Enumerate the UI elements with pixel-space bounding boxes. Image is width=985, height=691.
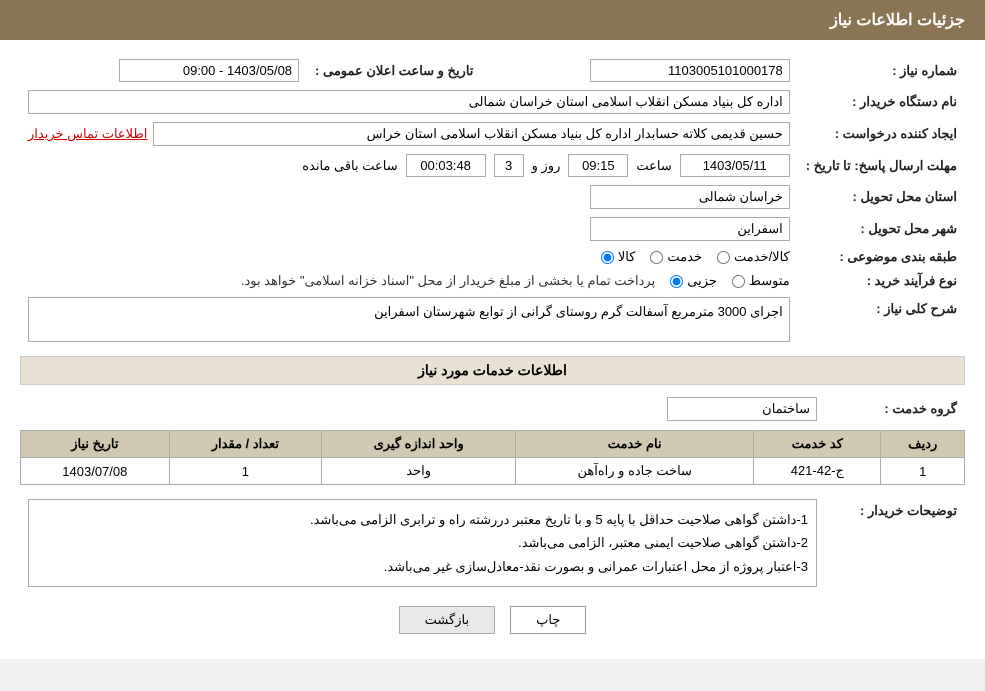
need-number-label: شماره نیاز : [798, 55, 965, 86]
page-title: جزئیات اطلاعات نیاز [830, 12, 965, 29]
note-line: 3-اعتبار پروژه از محل اعتبارات عمرانی و … [37, 555, 808, 578]
service-group-table: گروه خدمت : ساختمان [20, 393, 965, 425]
back-button[interactable]: بازگشت [399, 606, 495, 634]
header-info-table: شماره نیاز : 1103005101000178 تاریخ و سا… [20, 55, 965, 346]
category-kala-radio[interactable] [601, 251, 614, 264]
purchase-type-option-medium[interactable]: متوسط [732, 273, 790, 289]
creator-contact-link[interactable]: اطلاعات تماس خریدار [28, 126, 147, 142]
col-header-name: نام خدمت [516, 431, 754, 458]
services-table: ردیف کد خدمت نام خدمت واحد اندازه گیری ت… [20, 430, 965, 485]
main-content: شماره نیاز : 1103005101000178 تاریخ و سا… [0, 40, 985, 659]
need-desc-value: اجرای 3000 مترمربع آسفالت گرم روستای گرا… [28, 297, 790, 342]
col-header-date: تاریخ نیاز [21, 431, 170, 458]
buyer-org-label: نام دستگاه خریدار : [798, 86, 965, 118]
response-days-value: 3 [494, 154, 524, 177]
notes-table: توضیحات خریدار : 1-داشتن گواهی صلاحیت حد… [20, 495, 965, 591]
purchase-type-option-partial[interactable]: جزیی [670, 273, 717, 289]
purchase-type-partial-label: جزیی [687, 273, 717, 289]
category-khedmat-radio[interactable] [650, 251, 663, 264]
purchase-type-label: نوع فرآیند خرید : [798, 269, 965, 293]
category-radio-group: کالا/خدمت خدمت کالا [28, 249, 790, 265]
need-desc-label: شرح کلی نیاز : [798, 293, 965, 346]
delivery-province-value: خراسان شمالی [590, 185, 790, 209]
announce-datetime-label: تاریخ و ساعت اعلان عمومی : [307, 55, 481, 86]
announce-datetime-value: 1403/05/08 - 09:00 [119, 59, 299, 82]
page-header: جزئیات اطلاعات نیاز [0, 0, 985, 40]
table-row: 1ج-42-421ساخت جاده و راه‌آهنواحد11403/07… [21, 458, 965, 485]
purchase-type-medium-radio[interactable] [732, 275, 745, 288]
category-kala-label: کالا [618, 249, 636, 265]
remaining-label: ساعت باقی مانده [302, 158, 397, 174]
service-group-label: گروه خدمت : [825, 393, 965, 425]
service-group-value: ساختمان [667, 397, 817, 421]
purchase-type-radio-group: متوسط جزیی [670, 273, 790, 289]
print-button[interactable]: چاپ [510, 606, 586, 634]
col-header-row: ردیف [881, 431, 965, 458]
response-date-value: 1403/05/11 [680, 154, 790, 177]
category-kala-khedmat-label: کالا/خدمت [734, 249, 790, 265]
delivery-city-value: اسفراین [590, 217, 790, 241]
category-option-kala-khedmat[interactable]: کالا/خدمت [717, 249, 790, 265]
notes-content: 1-داشتن گواهی صلاحیت حداقل با پایه 5 و ب… [28, 499, 817, 587]
notes-label: توضیحات خریدار : [825, 495, 965, 591]
purchase-type-medium-label: متوسط [749, 273, 790, 289]
col-header-code: کد خدمت [754, 431, 881, 458]
remaining-time-value: 00:03:48 [406, 154, 486, 177]
category-khedmat-label: خدمت [667, 249, 702, 265]
note-line: 2-داشتن گواهی صلاحیت ایمنی معتبر، الزامی… [37, 531, 808, 554]
action-buttons: چاپ بازگشت [20, 606, 965, 634]
col-header-qty: تعداد / مقدار [169, 431, 321, 458]
category-option-khedmat[interactable]: خدمت [650, 249, 702, 265]
creator-value: حسین قدیمی کلاته حسابدار اداره کل بنیاد … [153, 122, 789, 146]
col-header-unit: واحد اندازه گیری [322, 431, 516, 458]
buyer-org-value: اداره کل بنیاد مسکن انقلاب اسلامی استان … [28, 90, 790, 114]
services-section-title: اطلاعات خدمات مورد نیاز [20, 356, 965, 385]
purchase-type-partial-radio[interactable] [670, 275, 683, 288]
response-day-label: روز و [532, 158, 561, 174]
creator-label: ایجاد کننده درخواست : [798, 118, 965, 150]
response-deadline-label: مهلت ارسال پاسخ: تا تاریخ : [798, 150, 965, 181]
response-time-value: 09:15 [568, 154, 628, 177]
note-line: 1-داشتن گواهی صلاحیت حداقل با پایه 5 و ب… [37, 508, 808, 531]
delivery-city-label: شهر محل تحویل : [798, 213, 965, 245]
category-label: طبقه بندی موضوعی : [798, 245, 965, 269]
response-time-label: ساعت [636, 158, 671, 174]
delivery-province-label: استان محل تحویل : [798, 181, 965, 213]
page-wrapper: جزئیات اطلاعات نیاز شماره نیاز : 1103005… [0, 0, 985, 659]
category-option-kala[interactable]: کالا [601, 249, 636, 265]
purchase-type-note: پرداخت تمام یا بخشی از مبلغ خریدار از مح… [241, 273, 655, 289]
need-number-value: 1103005101000178 [590, 59, 790, 82]
category-kala-khedmat-radio[interactable] [717, 251, 730, 264]
